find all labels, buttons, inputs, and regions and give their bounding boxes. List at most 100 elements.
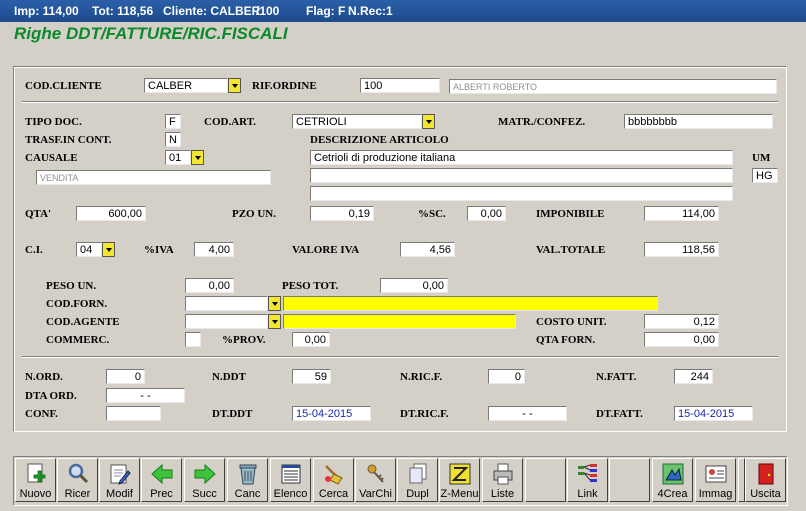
imp-total: Imp: 114,00 [14,4,79,18]
button-label: 4Crea [657,488,688,500]
prec-button[interactable]: Prec [141,458,182,502]
duplicate-icon [409,463,427,484]
pzo-un-label: PZO UN. [232,208,276,220]
descrizione-articolo-label: DESCRIZIONE ARTICOLO [310,134,449,146]
dt-fatt-field[interactable]: 15-04-2015 [674,406,753,421]
button-label: Succ [192,488,217,500]
canc-button[interactable]: Canc [227,458,268,502]
um-field[interactable]: HG [752,168,778,183]
varchi-button[interactable]: VarChi [355,458,396,502]
dt-ddt-label: DT.DDT [212,408,253,420]
menu-icon [449,463,471,485]
causale-field[interactable]: 01 [165,150,191,165]
tot-total: Tot: 118,56 [92,4,154,18]
nuovo-button[interactable]: Nuovo [15,458,56,502]
costo-unit-field[interactable]: 0,12 [644,314,719,329]
valore-iva-field: 4,56 [400,242,455,257]
descrizione-line-3[interactable] [310,186,733,201]
n-ddt-field[interactable]: 59 [292,369,331,384]
matr-confez-field[interactable]: bbbbbbbb [624,114,773,129]
succ-button[interactable]: Succ [184,458,225,502]
pzo-un-field[interactable]: 0,19 [310,206,374,221]
n-ric-f-field[interactable]: 0 [488,369,525,384]
status-titlebar: Imp: 114,00 Tot: 118,56 Cliente: CALBER … [0,0,806,22]
dt-ric-f-field[interactable]: - - [488,406,567,421]
dt-fatt-label: DT.FATT. [596,408,643,420]
button-label: Ricer [64,488,91,500]
link-icon [578,464,597,482]
new-document-icon [27,463,46,483]
modif-button[interactable]: Modif [99,458,140,502]
cod-art-dropdown[interactable] [422,114,435,129]
descrizione-line-2[interactable] [310,168,733,183]
dta-ord-field[interactable]: - - [106,388,185,403]
peso-tot-label: PESO TOT. [282,280,339,292]
iva-label: %IVA [144,244,174,256]
trasf-in-cont-field[interactable]: N [165,132,181,147]
tipo-doc-field[interactable]: F [165,114,181,129]
qta-field[interactable]: 600,00 [76,206,146,221]
button-label: Prec [150,488,173,500]
causale-dropdown[interactable] [191,150,204,165]
cod-agente-label: COD.AGENTE [46,316,120,328]
elenco-button[interactable]: Elenco [270,458,311,502]
cod-forn-field[interactable] [185,296,268,311]
peso-un-field[interactable]: 0,00 [185,278,234,293]
cod-agente-dropdown[interactable] [268,314,281,329]
valore-iva-label: VALORE IVA [292,244,360,256]
n-ord-field[interactable]: 0 [106,369,145,384]
button-label: Dupl [406,488,429,500]
cod-cliente-label: COD.CLIENTE [25,80,102,92]
commerc-field[interactable] [185,332,201,347]
link-button[interactable]: Link [567,458,608,502]
dupl-button[interactable]: Dupl [397,458,438,502]
n-fatt-field[interactable]: 244 [674,369,713,384]
ricer-button[interactable]: Ricer [57,458,98,502]
ci-field[interactable]: 04 [76,242,102,257]
z-menu-button[interactable]: Z-Menu [439,458,480,502]
qta-forn-field[interactable]: 0,00 [644,332,719,347]
dt-ddt-field[interactable]: 15-04-2015 [292,406,371,421]
uscita-button[interactable]: Uscita [745,458,786,502]
sconto-field[interactable]: 0,00 [467,206,506,221]
empty-button[interactable] [738,458,745,502]
ci-dropdown[interactable] [102,242,115,257]
empty-button[interactable] [609,458,650,502]
descrizione-line-1[interactable]: Cetrioli di produzione italiana [310,150,733,165]
arrow-right-icon [194,463,216,485]
divider [22,356,778,358]
cod-agente-desc-field [283,314,516,329]
4crea-button[interactable]: 4Crea [652,458,693,502]
cod-agente-field[interactable] [185,314,268,329]
peso-tot-field[interactable]: 0,00 [380,278,448,293]
cod-forn-desc-field [283,296,658,311]
costo-unit-label: COSTO UNIT. [536,316,607,328]
conf-field[interactable] [106,406,161,421]
button-label: Z-Menu [440,488,479,500]
n-ric-f-label: N.RIC.F. [400,371,443,383]
causale-desc-field: VENDITA [36,170,271,185]
magnifier-icon [68,463,89,484]
ci-label: C.I. [25,244,43,256]
immag-button[interactable]: Immag [695,458,736,502]
button-label: Uscita [750,488,781,500]
button-label: VarChi [359,488,392,500]
liste-button[interactable]: Liste [482,458,523,502]
rif-ordine-field[interactable]: 100 [360,78,440,93]
prov-field[interactable]: 0,00 [292,332,330,347]
qta-forn-label: QTA FORN. [536,334,596,346]
cod-cliente-dropdown[interactable] [228,78,241,93]
cod-cliente-field[interactable]: CALBER [144,78,228,93]
cerca-button[interactable]: Cerca [313,458,354,502]
cod-art-field[interactable]: CETRIOLI [292,114,422,129]
exit-door-icon [758,463,774,485]
page-title: Righe DDT/FATTURE/RIC.FISCALI [14,24,288,43]
matr-confez-label: MATR./CONFEZ. [498,116,586,128]
iva-field[interactable]: 4,00 [194,242,234,257]
cod-forn-dropdown[interactable] [268,296,281,311]
imponibile-field: 114,00 [644,206,719,221]
printer-icon [493,463,513,485]
create-icon [662,463,684,485]
empty-button[interactable] [525,458,566,502]
button-label: Immag [698,488,733,500]
